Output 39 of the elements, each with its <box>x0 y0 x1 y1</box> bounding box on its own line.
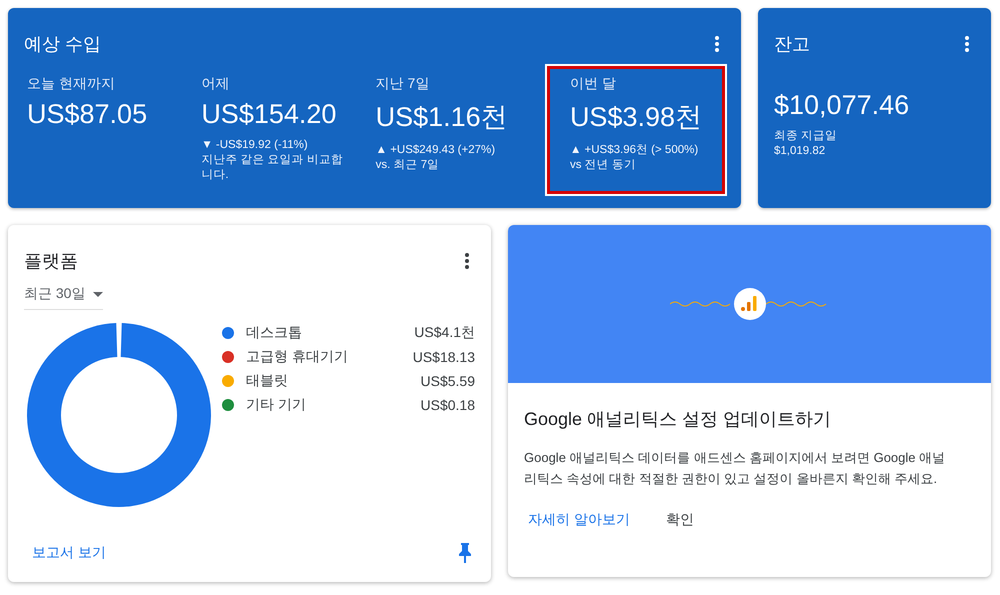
metric-value: US$154.20 <box>201 99 338 130</box>
legend-label: 기타 기기 <box>246 396 307 414</box>
metric-note: 지난주 같은 요일과 비교합니다. <box>201 153 344 183</box>
confirm-button[interactable]: 확인 <box>662 507 698 533</box>
legend-amount: US$0.18 <box>420 397 475 413</box>
balance-value: $10,077.46 <box>774 90 910 121</box>
card-title: 잔고 <box>774 33 810 56</box>
metric-label: 어제 <box>201 75 230 93</box>
payment-label: 최종 지급일 <box>774 129 838 144</box>
metric-label: 지난 7일 <box>376 75 430 93</box>
legend-amount: US$18.13 <box>412 349 475 365</box>
metric-change: ▼ -US$19.92 (-11%) <box>201 138 309 153</box>
legend-amount: US$5.59 <box>420 373 475 389</box>
payment-amount: $1,019.82 <box>774 144 826 159</box>
metric-note: vs 전년 동기 <box>570 158 637 173</box>
more-icon[interactable] <box>965 36 969 52</box>
more-icon[interactable] <box>715 36 719 52</box>
metric-value: US$3.98천 <box>570 101 702 134</box>
learn-more-link[interactable]: 자세히 알아보기 <box>524 507 634 533</box>
metric-label: 오늘 현재까지 <box>27 75 116 93</box>
metric-label: 이번 달 <box>570 75 617 93</box>
pin-icon[interactable] <box>459 543 471 563</box>
metric-value: US$1.16천 <box>376 101 509 134</box>
metric-note: vs. 최근 7일 <box>376 158 440 173</box>
card-title: 플랫폼 <box>24 250 78 273</box>
legend-label: 고급형 휴대기기 <box>246 348 349 366</box>
legend-label: 데스크톱 <box>246 324 303 342</box>
card-description: Google 애널리틱스 데이터를 애드센스 홈페이지에서 보려면 Google 애널리틱스 속성에 대한 적절한 권한이 있고 설정이 올바른지 확인해 주세요. <box>524 449 946 488</box>
caret-icon <box>93 292 104 296</box>
legend-label: 태블릿 <box>246 372 289 390</box>
metric-value: US$87.05 <box>27 99 148 130</box>
report-link[interactable]: 보고서 보기 <box>28 540 110 566</box>
metric-change: ▲ +US$3.96천 (> 500%) <box>570 143 700 158</box>
card-title: Google 애널리틱스 설정 업데이트하기 <box>524 408 832 431</box>
legend-amount: US$4.1천 <box>414 324 475 342</box>
metric-change: ▲ +US$249.43 (+27%) <box>376 143 496 158</box>
card-title: 예상 수입 <box>24 33 102 56</box>
range-dropdown[interactable]: 최근 30일 <box>24 277 104 310</box>
more-icon[interactable] <box>465 253 469 269</box>
